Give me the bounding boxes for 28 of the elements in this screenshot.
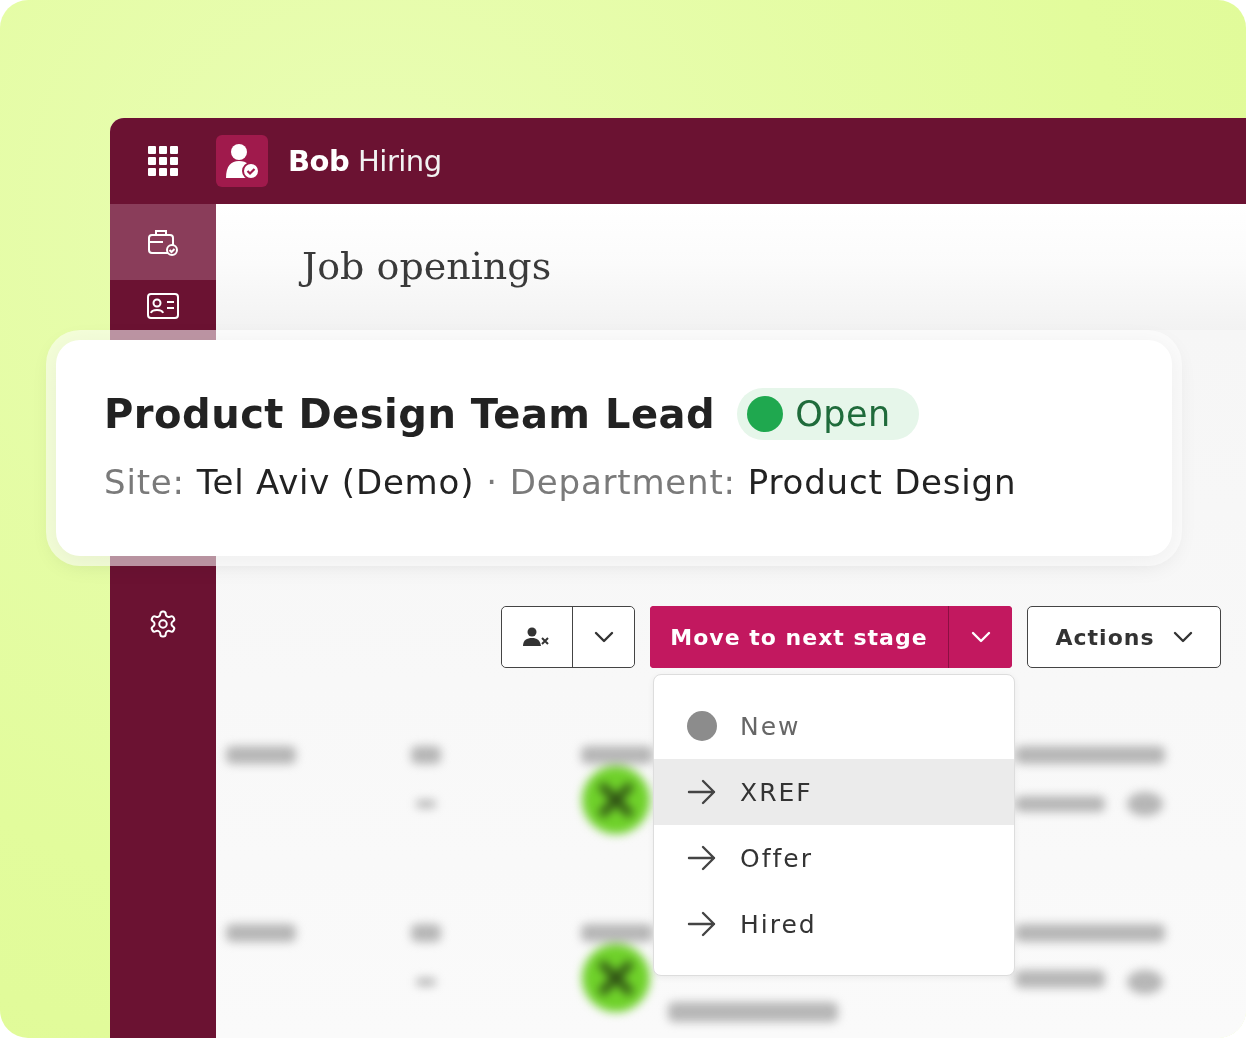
- stage-dot-icon: [686, 710, 718, 742]
- more-options-button[interactable]: [572, 607, 634, 667]
- arrow-right-icon: [686, 778, 718, 806]
- separator: ·: [486, 462, 498, 502]
- stage-menu-item[interactable]: New: [654, 693, 1014, 759]
- briefcase-icon: [147, 227, 179, 257]
- app-logo: [216, 135, 268, 187]
- status-badge: Open: [737, 388, 919, 440]
- actions-button[interactable]: Actions: [1027, 606, 1221, 668]
- stage-menu-item[interactable]: Offer: [654, 825, 1014, 891]
- user-remove-icon: [523, 627, 551, 647]
- site-label: Site:: [104, 462, 185, 502]
- chevron-down-icon: [593, 631, 614, 643]
- department-label: Department:: [509, 462, 736, 502]
- app-grid-icon: [148, 146, 178, 176]
- id-card-icon: [147, 293, 179, 319]
- site-value: Tel Aviv (Demo): [196, 462, 475, 502]
- arrow-right-icon: [686, 910, 718, 938]
- stage-menu-item[interactable]: Hired: [654, 891, 1014, 957]
- arrow-right-icon: [686, 844, 718, 872]
- job-title: Product Design Team Lead: [104, 391, 716, 437]
- department-value: Product Design: [747, 462, 1017, 502]
- settings-icon: [148, 609, 178, 639]
- stage-menu-item[interactable]: XREF: [654, 759, 1014, 825]
- chevron-down-icon: [1172, 631, 1193, 643]
- app-name: Bob Hiring: [288, 144, 442, 178]
- sidebar-item[interactable]: [110, 204, 216, 280]
- chevron-down-icon: [970, 631, 991, 643]
